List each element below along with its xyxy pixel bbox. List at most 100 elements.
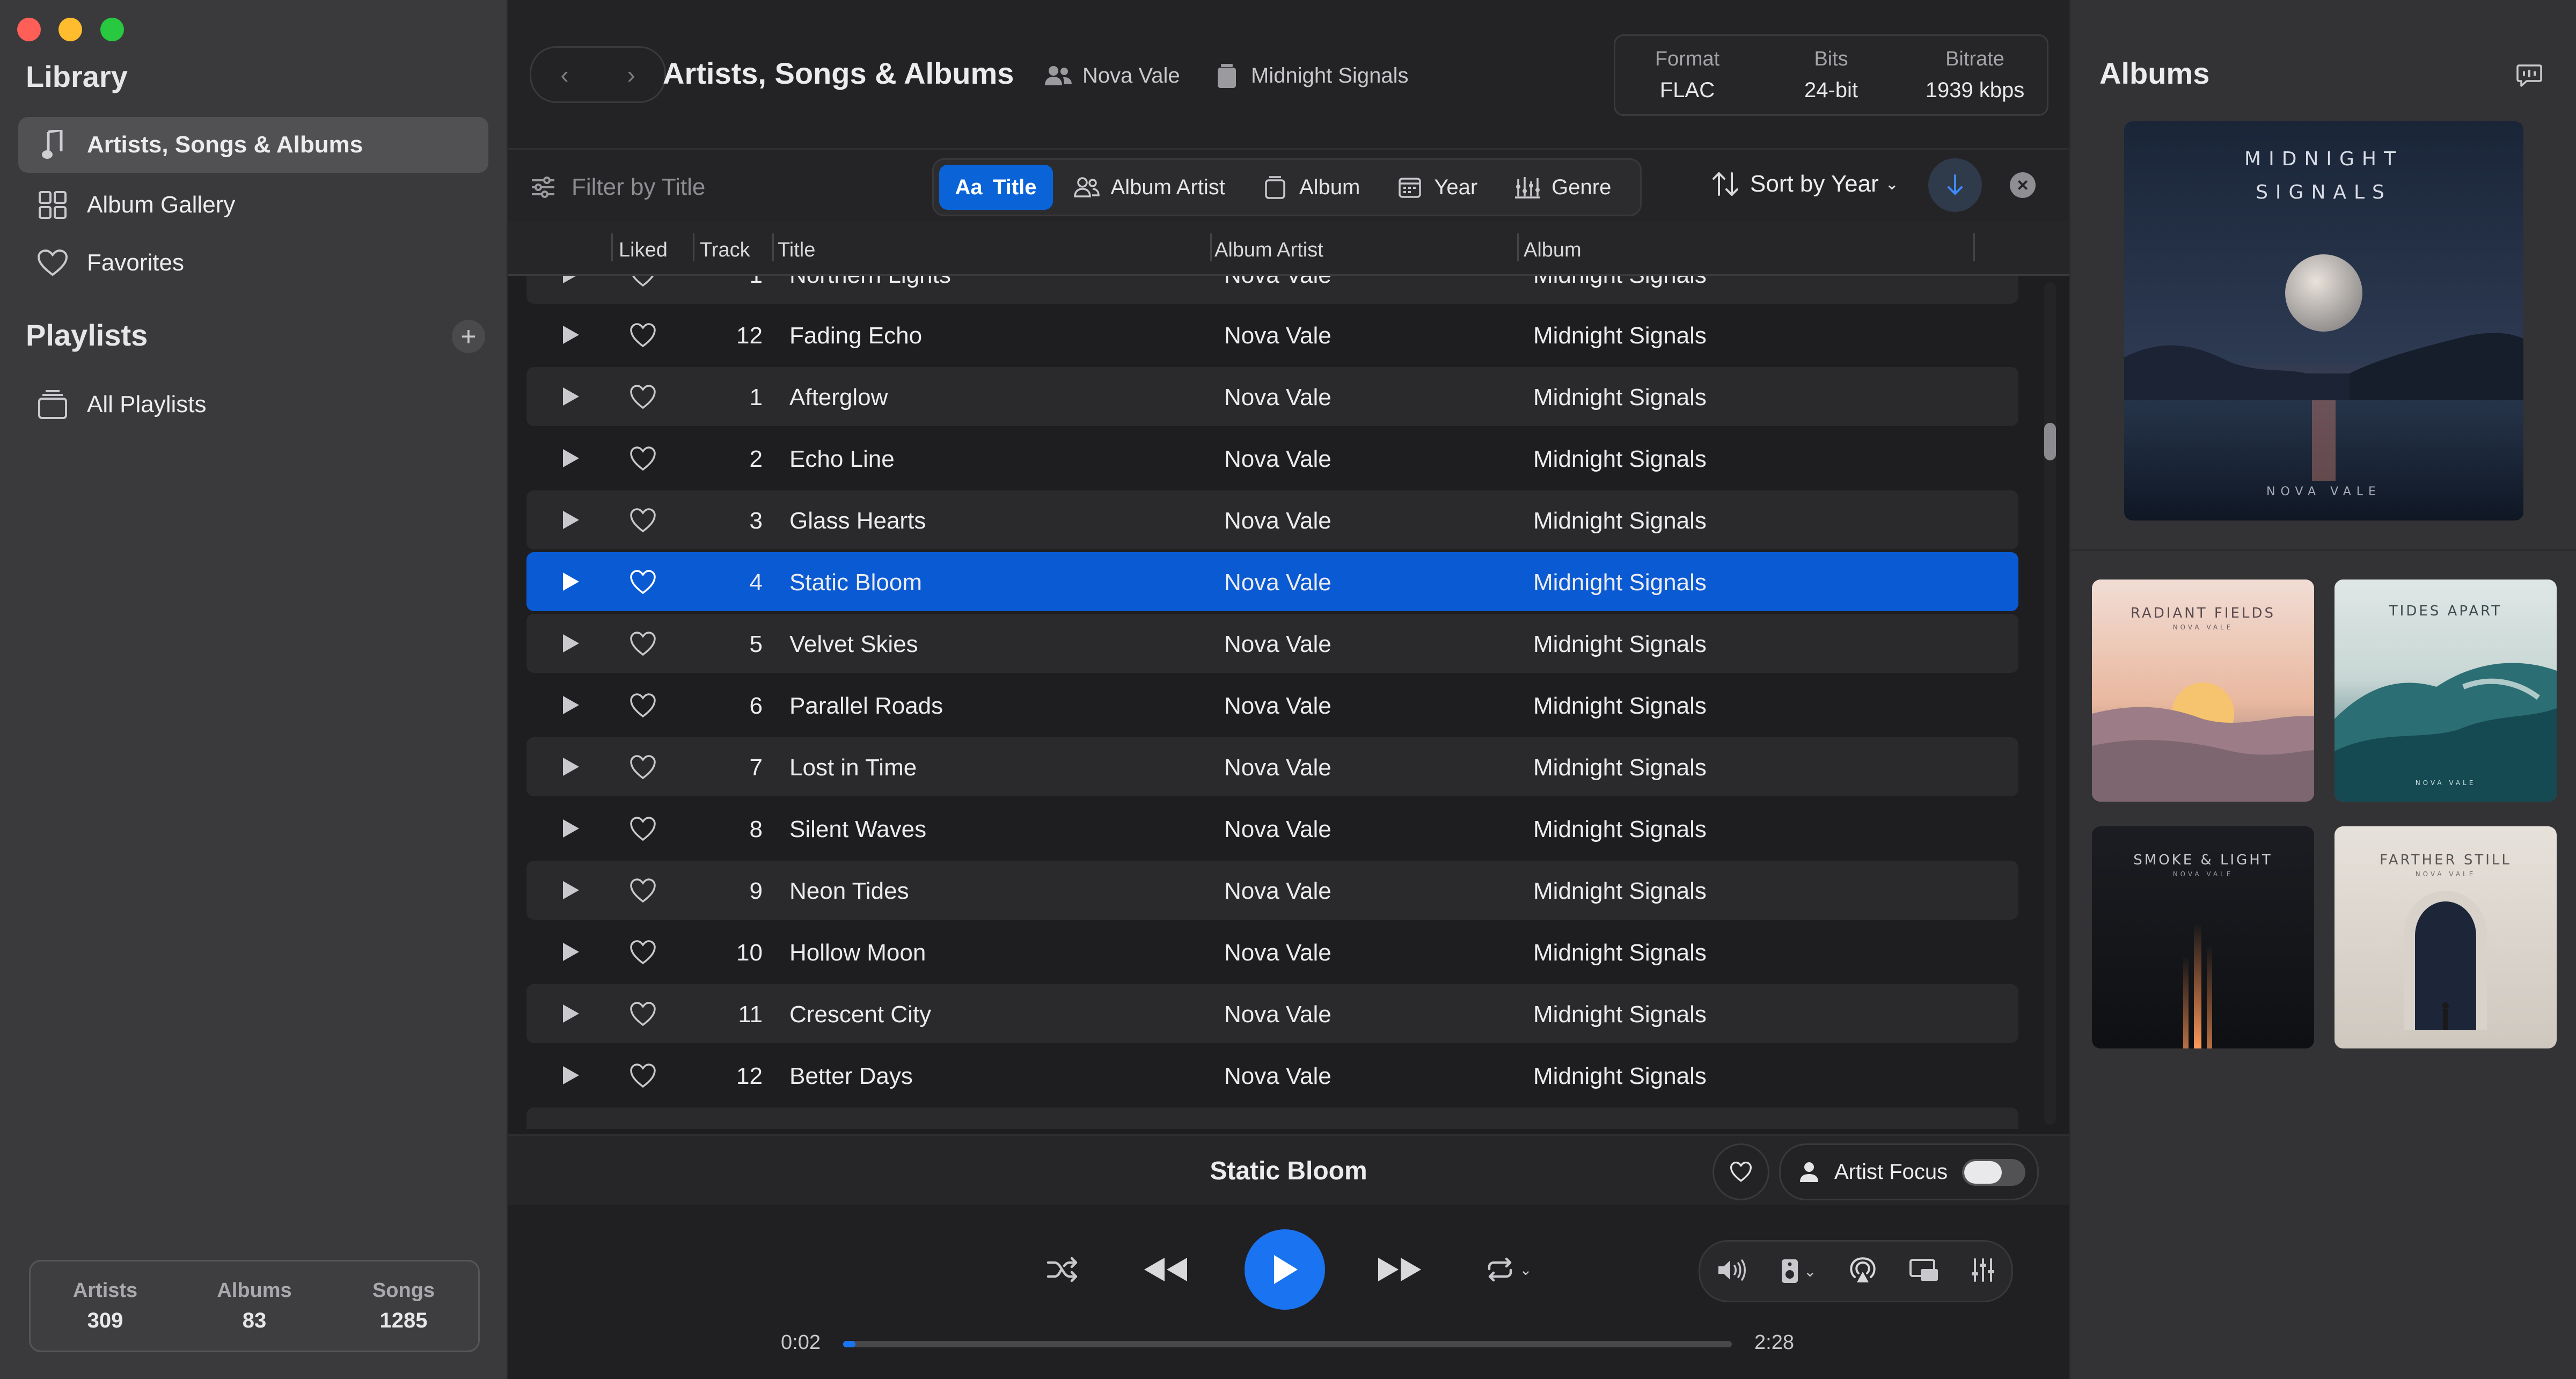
filter-input[interactable]: Filter by Title bbox=[530, 166, 705, 209]
table-row[interactable]: 1 Northern Lights Nova Vale Midnight Sig… bbox=[526, 276, 2018, 304]
back-button[interactable]: ‹ bbox=[560, 60, 568, 89]
column-header-album-artist[interactable]: Album Artist bbox=[1214, 239, 1323, 262]
heart-icon[interactable] bbox=[630, 322, 656, 348]
breadcrumb-artist[interactable]: Nova Vale bbox=[1044, 61, 1180, 90]
heart-icon[interactable] bbox=[630, 384, 656, 410]
table-row[interactable]: 10 Hollow Moon Nova Vale Midnight Signal… bbox=[526, 922, 2018, 981]
play-icon[interactable] bbox=[560, 386, 581, 407]
lyrics-icon[interactable] bbox=[2516, 63, 2543, 88]
play-icon[interactable] bbox=[560, 324, 581, 346]
track-number: 2 bbox=[749, 446, 763, 472]
heart-icon[interactable] bbox=[630, 816, 656, 842]
table-row[interactable]: 8 Silent Waves Nova Vale Midnight Signal… bbox=[526, 799, 2018, 858]
shuffle-icon bbox=[1046, 1257, 1078, 1282]
output-device-button[interactable]: ⌄ bbox=[1780, 1258, 1816, 1285]
track-album: Midnight Signals bbox=[1533, 816, 1707, 842]
add-playlist-button[interactable]: + bbox=[452, 320, 485, 353]
heart-icon[interactable] bbox=[630, 446, 656, 472]
forward-button[interactable]: › bbox=[627, 60, 635, 89]
table-row[interactable]: 12 Better Days Nova Vale Midnight Signal… bbox=[526, 1046, 2018, 1105]
next-button[interactable] bbox=[1375, 1250, 1424, 1289]
segment-album[interactable]: Album bbox=[1246, 165, 1376, 210]
table-row[interactable]: 1 Afterglow Nova Vale Midnight Signals bbox=[526, 367, 2018, 426]
table-row[interactable]: 3 Glass Hearts Nova Vale Midnight Signal… bbox=[526, 490, 2018, 549]
album-thumb[interactable]: RADIANT FIELDS NOVA VALE bbox=[2092, 580, 2314, 802]
playback-progress[interactable] bbox=[843, 1341, 1732, 1347]
heart-icon[interactable] bbox=[630, 569, 656, 595]
current-album-artwork[interactable]: MIDNIGHT SIGNALS NOVA VALE bbox=[2124, 121, 2523, 520]
previous-button[interactable] bbox=[1141, 1250, 1190, 1289]
heart-icon[interactable] bbox=[630, 276, 656, 288]
toggle-knob bbox=[1964, 1161, 2002, 1184]
column-header-track[interactable]: Track bbox=[700, 239, 750, 262]
track-title: Silent Waves bbox=[789, 816, 927, 842]
clear-filter-button[interactable]: × bbox=[2010, 172, 2036, 198]
heart-icon[interactable] bbox=[630, 631, 656, 657]
heart-icon[interactable] bbox=[630, 1001, 656, 1027]
play-icon[interactable] bbox=[560, 756, 581, 777]
sidebar-item-all-playlists[interactable]: All Playlists bbox=[18, 377, 488, 432]
heart-icon[interactable] bbox=[630, 878, 656, 904]
play-icon[interactable] bbox=[560, 694, 581, 716]
zoom-window-button[interactable] bbox=[100, 18, 124, 41]
segment-title[interactable]: Aa Title bbox=[939, 165, 1053, 210]
track-list-scrollbar[interactable] bbox=[2044, 282, 2056, 1125]
table-row[interactable]: 6 Parallel Roads Nova Vale Midnight Sign… bbox=[526, 676, 2018, 735]
column-separator bbox=[772, 233, 774, 261]
close-window-button[interactable] bbox=[17, 18, 41, 41]
sort-direction-button[interactable] bbox=[1928, 158, 1982, 212]
table-row-selected[interactable]: 4 Static Bloom Nova Vale Midnight Signal… bbox=[526, 552, 2018, 611]
artist-focus-toggle[interactable] bbox=[1962, 1159, 2025, 1186]
play-icon[interactable] bbox=[560, 941, 581, 963]
column-header-liked[interactable]: Liked bbox=[619, 239, 668, 262]
mini-player-button[interactable] bbox=[1909, 1258, 1939, 1285]
table-row[interactable]: 5 Velvet Skies Nova Vale Midnight Signal… bbox=[526, 614, 2018, 673]
repeat-menu-button[interactable]: ⌄ bbox=[1481, 1252, 1536, 1287]
airplay-button[interactable] bbox=[1848, 1256, 1877, 1287]
column-header-album[interactable]: Album bbox=[1524, 239, 1582, 262]
play-icon[interactable] bbox=[560, 571, 581, 592]
table-row[interactable] bbox=[526, 1107, 2018, 1129]
arrow-down-icon bbox=[1948, 174, 1963, 195]
play-icon[interactable] bbox=[560, 1003, 581, 1024]
history-navigation: ‹ › bbox=[530, 46, 666, 103]
column-header-title[interactable]: Title bbox=[778, 239, 815, 262]
heart-icon[interactable] bbox=[630, 754, 656, 780]
like-current-button[interactable] bbox=[1713, 1143, 1769, 1200]
table-row[interactable]: 2 Echo Line Nova Vale Midnight Signals bbox=[526, 429, 2018, 488]
segment-year[interactable]: Year bbox=[1380, 165, 1494, 210]
play-icon[interactable] bbox=[560, 276, 581, 285]
volume-button[interactable] bbox=[1716, 1258, 1748, 1285]
segment-album-artist[interactable]: Album Artist bbox=[1057, 165, 1241, 210]
play-pause-button[interactable] bbox=[1245, 1229, 1325, 1310]
scrollbar-thumb[interactable] bbox=[2044, 423, 2056, 460]
heart-icon[interactable] bbox=[630, 1063, 656, 1089]
album-thumb[interactable]: FARTHER STILL NOVA VALE bbox=[2334, 826, 2557, 1048]
repeat-icon bbox=[1488, 1257, 1512, 1282]
play-icon[interactable] bbox=[560, 509, 581, 531]
table-row[interactable]: 7 Lost in Time Nova Vale Midnight Signal… bbox=[526, 737, 2018, 796]
segment-genre[interactable]: Genre bbox=[1498, 165, 1627, 210]
breadcrumb-album[interactable]: Midnight Signals bbox=[1212, 61, 1409, 90]
sidebar-item-favorites[interactable]: Favorites bbox=[18, 235, 488, 291]
play-icon[interactable] bbox=[560, 818, 581, 839]
equalizer-button[interactable] bbox=[1971, 1257, 1995, 1286]
album-thumb[interactable]: SMOKE & LIGHT NOVA VALE bbox=[2092, 826, 2314, 1048]
table-row[interactable]: 12 Fading Echo Nova Vale Midnight Signal… bbox=[526, 305, 2018, 364]
play-icon[interactable] bbox=[560, 633, 581, 654]
play-icon[interactable] bbox=[560, 1065, 581, 1086]
breadcrumb-album-label: Midnight Signals bbox=[1251, 63, 1409, 87]
sort-menu[interactable]: Sort by Year ⌄ bbox=[1710, 169, 1899, 199]
sidebar-item-album-gallery[interactable]: Album Gallery bbox=[18, 177, 488, 233]
table-row[interactable]: 11 Crescent City Nova Vale Midnight Sign… bbox=[526, 984, 2018, 1043]
heart-icon[interactable] bbox=[630, 940, 656, 965]
album-thumb[interactable]: TIDES APART NOVA VALE bbox=[2334, 580, 2557, 802]
table-row[interactable]: 9 Neon Tides Nova Vale Midnight Signals bbox=[526, 861, 2018, 920]
shuffle-button[interactable] bbox=[1045, 1252, 1080, 1287]
play-icon[interactable] bbox=[560, 448, 581, 469]
heart-icon[interactable] bbox=[630, 508, 656, 533]
sidebar-item-artists-songs-albums[interactable]: Artists, Songs & Albums bbox=[18, 117, 488, 173]
heart-icon[interactable] bbox=[630, 693, 656, 718]
play-icon[interactable] bbox=[560, 879, 581, 901]
minimize-window-button[interactable] bbox=[58, 18, 82, 41]
